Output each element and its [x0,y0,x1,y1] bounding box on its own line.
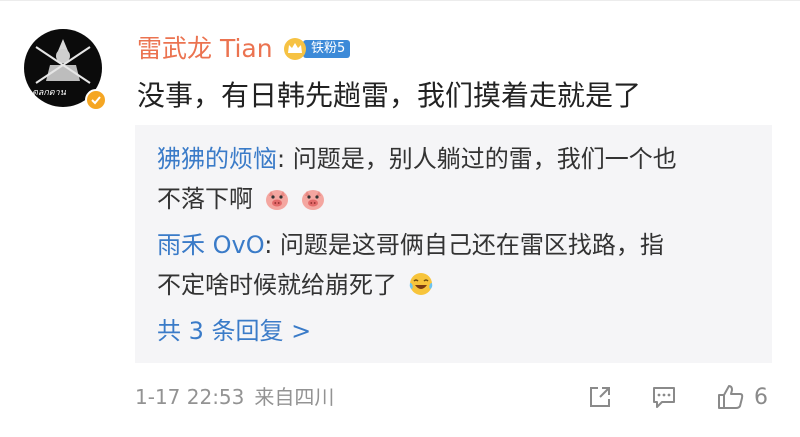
reply-author[interactable]: 狒狒的烦恼 [157,145,277,173]
comment-button[interactable] [650,381,678,413]
reply-text-line1: 问题是，别人躺过的雷，我们一个也 [292,145,677,173]
fan-badge-label: 铁粉5 [303,40,351,58]
pig-face-emoji [302,190,325,210]
comment-text: 没事，有日韩先趟雷，我们摸着走就是了 [137,79,642,112]
replies-container: 狒狒的烦恼: 问题是，别人躺过的雷，我们一个也 不落下啊 雨禾 OvO: 问题是… [135,125,772,363]
reply-item[interactable]: 雨禾 OvO: 问题是这哥俩自己还在雷区找路，指 不定啥时候就给崩死了 [157,225,757,305]
reply-text-line2: 不落下啊 [157,185,253,213]
crown-icon [283,37,307,61]
comment-source: 来自四川 [254,385,335,409]
comment-timestamp: 1-17 22:53 [135,385,245,409]
divider [0,0,800,1]
weibo-comment-card: ตลกดาน 雷武龙 Tian 铁粉5 没事，有日韩先趟雷，我们摸着走就是了 狒… [0,0,800,437]
comment-icon [653,387,675,408]
reply-author[interactable]: 雨禾 OvO [157,231,264,259]
pig-face-emoji [265,190,288,210]
laughing-tears-emoji [409,273,432,295]
view-more-replies-link[interactable]: 共 3 条回复 > [157,315,311,347]
fan-badge[interactable]: 铁粉5 [283,37,351,61]
reply-separator: : [277,145,293,173]
share-icon [590,387,610,407]
like-button[interactable]: 6 [716,381,768,413]
reply-text-line1: 问题是这哥俩自己还在雷区找路，指 [279,231,664,259]
reply-item[interactable]: 狒狒的烦恼: 问题是，别人躺过的雷，我们一个也 不落下啊 [157,139,757,219]
avatar-text: ตลกดาน [32,88,67,98]
like-count: 6 [754,384,768,410]
share-button[interactable] [586,381,614,413]
reply-text-line2: 不定啥时候就给崩死了 [157,271,397,299]
comment-meta: 1-17 22:53 来自四川 [135,383,334,411]
comment-author[interactable]: 雷武龙 Tian [137,34,273,64]
reply-separator: : [264,231,280,259]
verified-badge-icon [85,89,107,111]
thumbs-up-icon [718,385,744,409]
